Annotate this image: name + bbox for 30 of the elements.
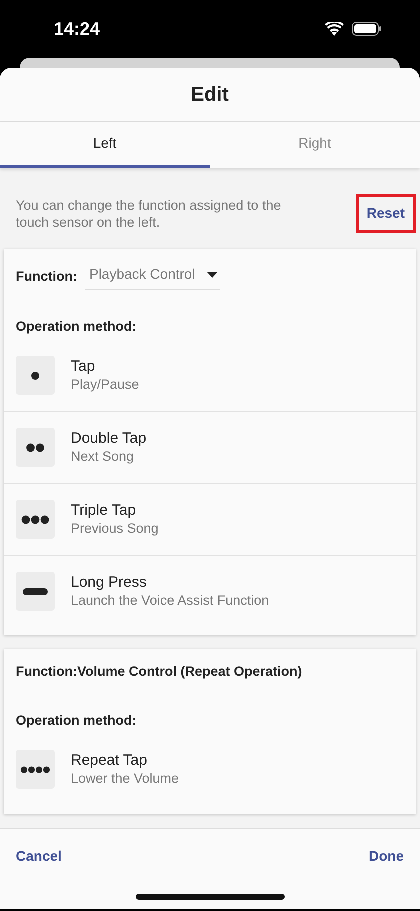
operation-action: Previous Song xyxy=(71,520,159,538)
operation-name: Repeat Tap xyxy=(71,752,148,770)
battery-icon xyxy=(352,22,382,36)
description-text: You can change the function assigned to the touch sensor on the left. xyxy=(15,196,282,230)
operation-action: Lower the Volume xyxy=(71,770,180,787)
gesture-icon xyxy=(16,750,55,789)
operation-name: Double Tap xyxy=(71,430,147,448)
gesture-icon xyxy=(16,500,55,540)
reset-button[interactable]: Reset xyxy=(356,194,416,233)
operation-action: Launch the Voice Assist Function xyxy=(71,592,270,610)
operation-name: Tap xyxy=(71,358,96,376)
operation-name: Long Press xyxy=(71,574,148,592)
operation-action: Next Song xyxy=(71,448,136,466)
gesture-icon xyxy=(16,356,55,395)
sheet-title: Edit xyxy=(191,82,229,108)
done-button[interactable]: Done xyxy=(363,845,420,868)
status-time: 14:24 xyxy=(54,18,100,40)
gesture-icon xyxy=(16,428,55,468)
function-label: Function: xyxy=(16,268,78,286)
tab[interactable]: Left xyxy=(0,122,210,168)
operation-label: Operation method: xyxy=(15,712,138,730)
function-text: Function:Volume Control (Repeat Operation) xyxy=(16,663,302,682)
function-dropdown[interactable]: Playback Control xyxy=(85,264,220,290)
operation-action: Play/Pause xyxy=(71,376,140,393)
gesture-icon xyxy=(16,572,55,612)
caret-icon xyxy=(207,272,218,278)
operation-name: Triple Tap xyxy=(71,502,138,520)
wifi-icon xyxy=(325,22,344,36)
operation-label: Operation method: xyxy=(15,318,138,336)
cancel-button[interactable]: Cancel xyxy=(0,845,68,868)
